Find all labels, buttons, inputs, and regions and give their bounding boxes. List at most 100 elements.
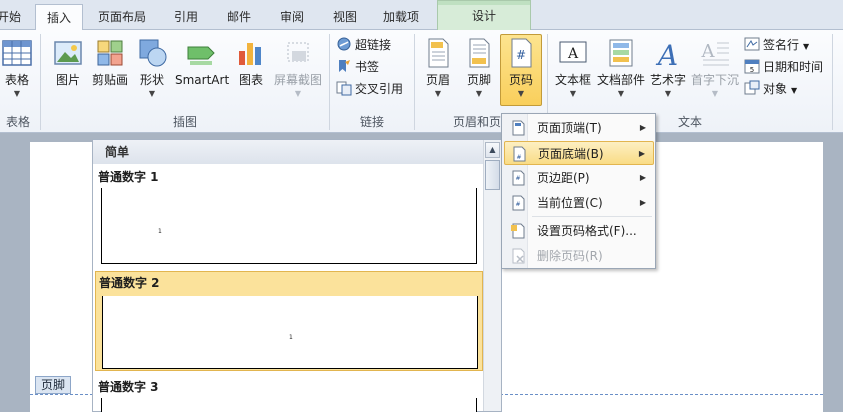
header-button[interactable]: 页眉 ▼ <box>421 34 455 106</box>
tab-review[interactable]: 审阅 <box>268 4 316 30</box>
tab-view[interactable]: 视图 <box>321 4 369 30</box>
picture-icon <box>54 41 82 65</box>
page-number-button[interactable]: # 页码 ▼ <box>500 34 542 106</box>
menu-item-current-position[interactable]: # 当前位置(C) ▶ <box>504 191 654 215</box>
table-button[interactable]: 表格 ▼ <box>0 34 34 106</box>
shapes-button[interactable]: 形状 ▼ <box>136 34 168 106</box>
svg-text:#: # <box>516 154 521 161</box>
svg-text:A: A <box>701 41 716 62</box>
quickparts-label: 文档部件 <box>597 73 646 87</box>
submenu-arrow-icon: ▶ <box>638 149 645 158</box>
chevron-down-icon: ▼ <box>148 89 156 98</box>
gallery-item-preview <box>101 398 477 412</box>
header-icon <box>428 38 449 68</box>
group-label-illustrations: 插图 <box>172 115 197 129</box>
svg-text:A: A <box>655 39 678 69</box>
wordart-button[interactable]: A 艺术字 ▼ <box>648 34 688 106</box>
shapes-label: 形状 <box>139 73 164 87</box>
bookmark-icon <box>339 60 350 72</box>
shapes-icon <box>139 39 167 67</box>
dropcap-label: 首字下沉 <box>691 73 740 87</box>
svg-text:#: # <box>516 48 526 62</box>
screenshot-label: 屏幕截图 <box>273 73 322 87</box>
smartart-icon <box>187 46 215 65</box>
textbox-button[interactable]: A 文本框 ▼ <box>553 34 593 106</box>
bookmark-label: 书签 <box>355 60 380 74</box>
scrollbar-thumb[interactable] <box>485 160 500 190</box>
group-label-links: 链接 <box>359 115 384 129</box>
svg-text:5: 5 <box>750 66 754 74</box>
quickparts-button[interactable]: 文档部件 ▼ <box>596 34 646 106</box>
gallery-item-title: 普通数字 1 <box>98 170 159 184</box>
gallery-item-plain-number-2[interactable]: 普通数字 2 1 <box>95 271 483 371</box>
chevron-down-icon: ▼ <box>664 89 672 98</box>
crossref-button[interactable]: 交叉引用 <box>336 79 403 99</box>
chevron-down-icon: ▼ <box>434 89 442 98</box>
chart-label: 图表 <box>238 73 263 87</box>
hyperlink-icon <box>337 37 351 51</box>
chart-icon <box>239 43 261 65</box>
page-bottom-icon: # <box>513 146 526 162</box>
scroll-up-icon[interactable]: ▲ <box>485 142 500 158</box>
menu-item-bottom-of-page[interactable]: # 页面底端(B) ▶ <box>504 141 654 165</box>
hyperlink-label: 超链接 <box>355 38 392 52</box>
clipart-button[interactable]: 剪贴画 <box>90 34 130 106</box>
tab-references[interactable]: 引用 <box>162 4 210 30</box>
gallery-heading: 简单 <box>93 140 483 164</box>
gallery-scrollbar[interactable]: ▲ <box>483 140 501 411</box>
ribbon-tab-bar: 开始 插入 页面布局 引用 邮件 审阅 视图 加载项 设计 <box>0 0 843 31</box>
remove-page-number-icon <box>512 248 525 264</box>
chevron-down-icon: ▼ <box>569 89 577 98</box>
datetime-button[interactable]: 5 日期和时间 <box>744 57 823 77</box>
dropcap-button[interactable]: A 首字下沉 ▼ <box>690 34 740 106</box>
tab-page-layout[interactable]: 页面布局 <box>91 4 153 30</box>
menu-item-page-margins[interactable]: # 页边距(P) ▶ <box>504 166 654 190</box>
tab-design[interactable]: 设计 <box>437 0 531 30</box>
menu-item-top-of-page[interactable]: 页面顶端(T) ▶ <box>504 116 654 140</box>
screenshot-button[interactable]: 屏幕截图 ▼ <box>272 34 324 106</box>
svg-text:A: A <box>567 46 579 62</box>
hyperlink-button[interactable]: 超链接 <box>336 35 391 55</box>
group-label-tables: 表格 <box>5 115 30 129</box>
table-label: 表格 <box>4 73 29 87</box>
menu-item-format-page-numbers[interactable]: 设置页码格式(F)... <box>504 219 654 243</box>
menu-item-label: 当前位置(C) <box>537 196 603 210</box>
chevron-down-icon: ▼ <box>711 89 719 98</box>
page-number-gallery: 简单 普通数字 1 1 普通数字 2 1 普通数字 3 ▲ <box>92 139 502 412</box>
chevron-down-icon: ▼ <box>617 89 625 98</box>
submenu-arrow-icon: ▶ <box>639 173 646 182</box>
gallery-item-plain-number-3[interactable]: 普通数字 3 <box>95 376 483 412</box>
gallery-item-title: 普通数字 2 <box>99 276 160 290</box>
bookmark-button[interactable]: 书签 <box>336 57 379 77</box>
menu-item-label: 页面顶端(T) <box>537 121 602 135</box>
menu-item-remove-page-numbers[interactable]: 删除页码(R) <box>504 244 654 268</box>
footer-tag: 页脚 <box>35 376 72 394</box>
tab-insert[interactable]: 插入 <box>35 4 83 31</box>
signature-line-button[interactable]: 签名行 ▼ <box>744 35 809 55</box>
menu-item-label: 页边距(P) <box>537 171 590 185</box>
signature-line-label: 签名行 <box>763 38 800 52</box>
submenu-arrow-icon: ▶ <box>639 123 646 132</box>
submenu-arrow-icon: ▶ <box>639 198 646 207</box>
textbox-label: 文本框 <box>554 73 591 87</box>
tab-mailings[interactable]: 邮件 <box>215 4 263 30</box>
page-number-menu: 页面顶端(T) ▶ # 页面底端(B) ▶ # 页边距(P) ▶ # 当前位置(… <box>501 113 656 269</box>
calendar-icon: 5 <box>744 59 760 74</box>
gallery-item-preview: 1 <box>102 296 478 369</box>
chart-button[interactable]: 图表 <box>234 34 268 106</box>
svg-text:#: # <box>515 201 520 208</box>
picture-button[interactable]: 图片 <box>50 34 86 106</box>
gallery-item-title: 普通数字 3 <box>98 380 159 394</box>
picture-label: 图片 <box>55 73 80 87</box>
tab-home[interactable]: 开始 <box>0 4 22 30</box>
chevron-down-icon: ▼ <box>791 86 798 95</box>
gallery-item-plain-number-1[interactable]: 普通数字 1 1 <box>95 166 483 268</box>
smartart-button[interactable]: SmartArt <box>174 34 230 106</box>
footer-button[interactable]: 页脚 ▼ <box>462 34 496 106</box>
group-divider <box>40 34 41 130</box>
clipart-icon <box>97 40 123 66</box>
tab-addins[interactable]: 加载项 <box>373 4 429 30</box>
crossref-label: 交叉引用 <box>355 82 404 96</box>
chevron-down-icon: ▼ <box>517 89 525 98</box>
object-button[interactable]: 对象 ▼ <box>744 79 797 99</box>
